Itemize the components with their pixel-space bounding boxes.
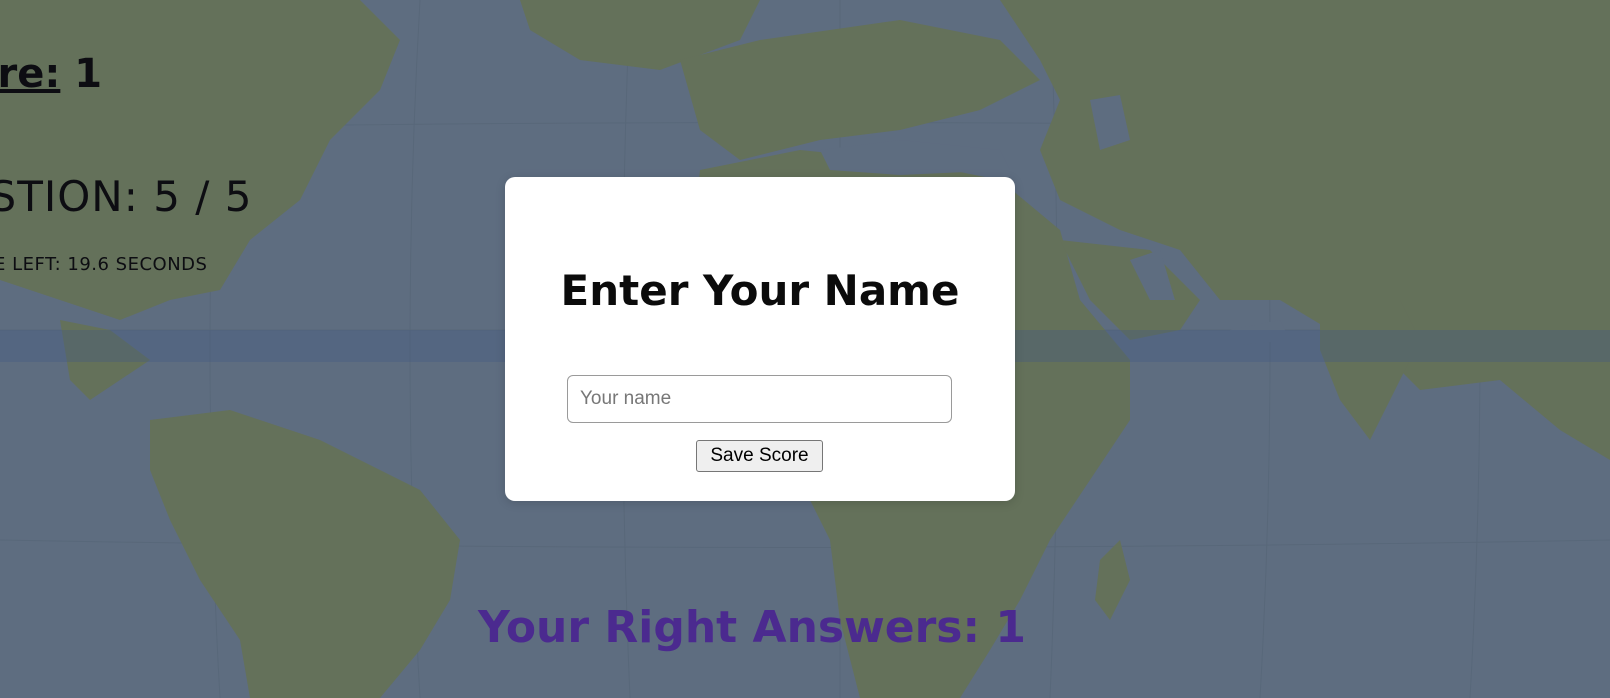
question-counter: ESTION: 5 / 5 xyxy=(0,172,253,221)
quiz-page: ore: 1 ESTION: 5 / 5 ME LEFT: 19.6 SECON… xyxy=(0,0,1610,698)
score-label: ore: xyxy=(0,51,61,97)
name-entry-modal: Enter Your Name Save Score xyxy=(505,177,1015,501)
save-score-button[interactable]: Save Score xyxy=(696,440,823,472)
time-left: ME LEFT: 19.6 SECONDS xyxy=(0,254,208,275)
name-input[interactable] xyxy=(567,375,952,423)
score-display: ore: 1 xyxy=(0,48,102,100)
score-value: 1 xyxy=(60,51,103,97)
right-answers-summary: Your Right Answers: 1 xyxy=(478,602,1027,653)
modal-title: Enter Your Name xyxy=(560,266,960,315)
